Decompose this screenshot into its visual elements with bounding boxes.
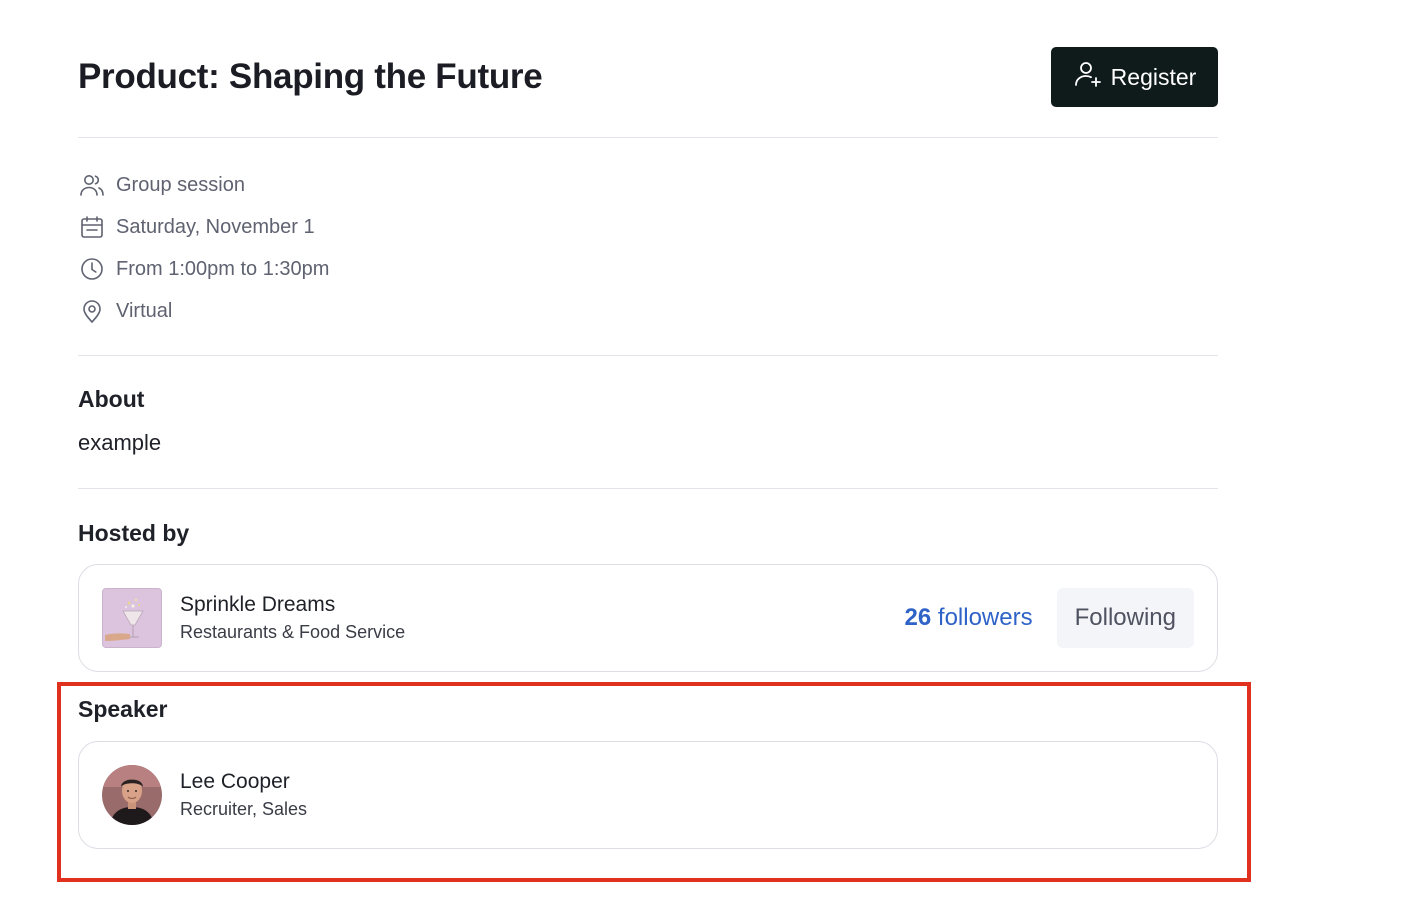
about-heading: About: [78, 386, 145, 412]
detail-time: From 1:00pm to 1:30pm: [78, 248, 329, 290]
about-text: example: [78, 430, 162, 455]
event-details: Group session Saturday, November 1 From …: [78, 164, 329, 332]
speaker-heading: Speaker: [78, 696, 168, 722]
detail-text: From 1:00pm to 1:30pm: [116, 257, 330, 280]
speaker-name[interactable]: Lee Cooper: [180, 770, 307, 794]
hosted-by-heading: Hosted by: [78, 520, 190, 546]
host-name[interactable]: Sprinkle Dreams: [180, 593, 405, 617]
user-plus-icon: [1073, 59, 1103, 95]
detail-date: Saturday, November 1: [78, 206, 329, 248]
event-header: Product: Shaping the Future Register: [78, 46, 1218, 108]
divider: [78, 137, 1218, 138]
speaker-role: Recruiter, Sales: [180, 799, 308, 819]
users-icon: [78, 171, 106, 199]
register-button[interactable]: Register: [1051, 47, 1218, 107]
followers-label: followers: [937, 604, 1033, 631]
detail-text: Virtual: [116, 299, 173, 322]
avatar: [102, 765, 162, 825]
divider: [78, 355, 1218, 356]
page-title: Product: Shaping the Future: [78, 57, 543, 96]
map-pin-icon: [78, 297, 106, 325]
followers-link[interactable]: 26 followers: [905, 604, 1033, 632]
detail-text: Group session: [116, 173, 245, 196]
event-page: Product: Shaping the Future Register Gro…: [0, 0, 1402, 922]
host-actions: 26 followers Following: [905, 588, 1194, 648]
host-logo: [102, 588, 162, 648]
host-info: Sprinkle Dreams Restaurants & Food Servi…: [180, 593, 405, 643]
host-category: Restaurants & Food Service: [180, 622, 406, 642]
followers-count: 26: [904, 604, 932, 631]
register-label: Register: [1110, 63, 1197, 90]
divider: [78, 488, 1218, 489]
detail-location: Virtual: [78, 290, 329, 332]
speaker-card[interactable]: Lee Cooper Recruiter, Sales: [78, 741, 1218, 849]
detail-text: Saturday, November 1: [116, 215, 315, 238]
host-card[interactable]: Sprinkle Dreams Restaurants & Food Servi…: [78, 564, 1218, 672]
calendar-icon: [78, 213, 106, 241]
following-button[interactable]: Following: [1056, 588, 1194, 648]
detail-session-type: Group session: [78, 164, 329, 206]
speaker-info: Lee Cooper Recruiter, Sales: [180, 770, 307, 820]
clock-icon: [78, 255, 106, 283]
